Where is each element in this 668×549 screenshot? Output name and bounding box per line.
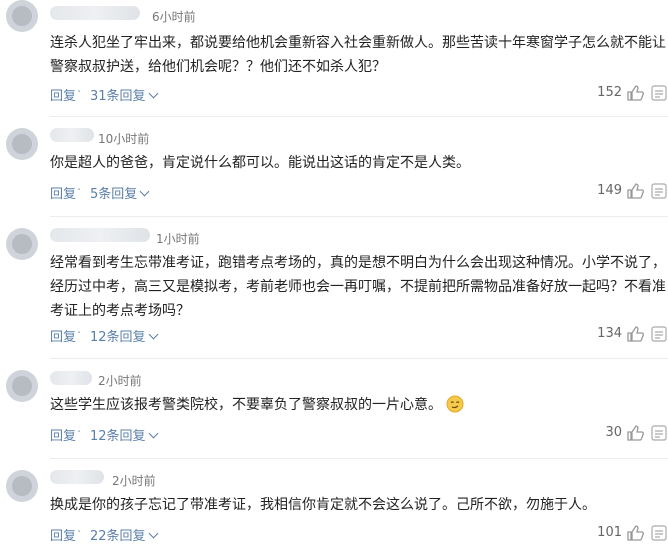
separator-dot: · bbox=[77, 425, 82, 440]
view-replies-button[interactable]: 12条回复 bbox=[90, 326, 158, 345]
reply-button[interactable]: 回复 bbox=[50, 326, 76, 345]
replies-count-label: 12条回复 bbox=[90, 429, 146, 444]
comment-time: 1小时前 bbox=[156, 232, 200, 246]
separator-dot: · bbox=[77, 85, 82, 100]
avatar[interactable] bbox=[6, 228, 38, 260]
comment-line: 这些学生应该报考警类院校，不要辜负了警察叔叔的一片心意。 bbox=[50, 393, 666, 417]
more-options-icon[interactable] bbox=[650, 182, 668, 200]
replies-count-label: 5条回复 bbox=[90, 187, 138, 202]
chevron-down-icon bbox=[148, 88, 158, 99]
comment-text: 你是超人的爸爸，肯定说什么都可以。能说出这话的肯定不是人类。 bbox=[50, 151, 666, 175]
thumbs-up-icon[interactable] bbox=[626, 182, 644, 200]
comment-footer: 回复 · 22条回复 101 bbox=[50, 525, 668, 545]
view-replies-button[interactable]: 31条回复 bbox=[90, 85, 158, 104]
comment-text: 经常看到考生忘带准考证，跑错考点考场的，真的是想不明白为什么会出现这种情况。小学… bbox=[50, 251, 666, 323]
divider bbox=[50, 116, 668, 117]
comment-line: 经历过中考，高三又是模拟考，考前老师也会一再叮嘱，不提前把所需物品准备好放一起吗… bbox=[50, 279, 666, 295]
replies-count-label: 12条回复 bbox=[90, 330, 146, 345]
separator-dot: · bbox=[77, 525, 82, 540]
separator-dot: · bbox=[77, 183, 82, 198]
comment-footer: 回复 · 5条回复 149 bbox=[50, 183, 668, 203]
username-blurred[interactable] bbox=[50, 371, 92, 385]
comment-time: 2小时前 bbox=[98, 374, 142, 388]
view-replies-button[interactable]: 12条回复 bbox=[90, 425, 158, 444]
replies-count-label: 31条回复 bbox=[90, 89, 146, 104]
replies-count-label: 22条回复 bbox=[90, 529, 146, 544]
smirk-emoji-icon bbox=[446, 395, 464, 413]
thumbs-up-icon[interactable] bbox=[626, 424, 644, 442]
like-count: 101 bbox=[597, 525, 622, 540]
view-replies-button[interactable]: 22条回复 bbox=[90, 525, 158, 544]
chevron-down-icon bbox=[148, 528, 158, 539]
divider bbox=[50, 358, 668, 359]
chevron-down-icon bbox=[148, 428, 158, 439]
more-options-icon[interactable] bbox=[650, 524, 668, 542]
reply-button[interactable]: 回复 bbox=[50, 525, 76, 544]
like-count: 152 bbox=[597, 85, 622, 100]
view-replies-button[interactable]: 5条回复 bbox=[90, 183, 150, 202]
more-options-icon[interactable] bbox=[650, 424, 668, 442]
comment-line-text: 这些学生应该报考警类院校，不要辜负了警察叔叔的一片心意。 bbox=[50, 397, 442, 413]
comment-text: 换成是你的孩子忘记了带准考证，我相信你肯定就不会这么说了。己所不欲，勿施于人。 bbox=[50, 493, 666, 517]
comment-text: 连杀人犯坐了牢出来，都说要给他机会重新容入社会重新做人。那些苦读十年寒窗学子怎么… bbox=[50, 31, 666, 79]
divider bbox=[50, 216, 668, 217]
more-options-icon[interactable] bbox=[650, 84, 668, 102]
username-blurred[interactable] bbox=[50, 228, 150, 242]
comment-line: 考证上的考点考场吗？ bbox=[50, 303, 190, 319]
comment-line: 换成是你的孩子忘记了带准考证，我相信你肯定就不会这么说了。己所不欲，勿施于人。 bbox=[50, 497, 596, 513]
chevron-down-icon bbox=[148, 329, 158, 340]
comment-text: 这些学生应该报考警类院校，不要辜负了警察叔叔的一片心意。 bbox=[50, 393, 666, 417]
avatar[interactable] bbox=[6, 370, 38, 402]
comment-footer: 回复 · 12条回复 30 bbox=[50, 425, 668, 445]
thumbs-up-icon[interactable] bbox=[626, 524, 644, 542]
reply-button[interactable]: 回复 bbox=[50, 85, 76, 104]
comment-time: 6小时前 bbox=[152, 10, 196, 24]
separator-dot: · bbox=[77, 326, 82, 341]
comment-footer: 回复 · 31条回复 152 bbox=[50, 85, 668, 105]
like-count: 30 bbox=[605, 425, 622, 440]
comment-time: 10小时前 bbox=[98, 132, 150, 146]
comment-line: 你是超人的爸爸，肯定说什么都可以。能说出这话的肯定不是人类。 bbox=[50, 155, 470, 171]
thumbs-up-icon[interactable] bbox=[626, 84, 644, 102]
comment-line: 经常看到考生忘带准考证，跑错考点考场的，真的是想不明白为什么会出现这种情况。小学… bbox=[50, 255, 666, 271]
avatar[interactable] bbox=[6, 0, 38, 32]
username-blurred[interactable] bbox=[50, 470, 104, 484]
chevron-down-icon bbox=[139, 186, 150, 197]
username-blurred[interactable] bbox=[50, 6, 140, 20]
like-count: 134 bbox=[597, 326, 622, 341]
more-options-icon[interactable] bbox=[650, 325, 668, 343]
comment-footer: 回复 · 12条回复 134 bbox=[50, 326, 668, 346]
username-blurred[interactable] bbox=[50, 128, 94, 142]
divider bbox=[50, 458, 668, 459]
comment-line: 连杀人犯坐了牢出来，都说要给他机会重新容入社会重新做人。那些苦读十年寒窗学子怎么… bbox=[50, 35, 666, 51]
comment-time: 2小时前 bbox=[112, 474, 156, 488]
avatar[interactable] bbox=[6, 470, 38, 502]
avatar[interactable] bbox=[6, 128, 38, 160]
reply-button[interactable]: 回复 bbox=[50, 183, 76, 202]
thumbs-up-icon[interactable] bbox=[626, 325, 644, 343]
comment-line: 警察叔叔护送，给他们机会呢？？他们还不如杀人犯？ bbox=[50, 59, 386, 75]
reply-button[interactable]: 回复 bbox=[50, 425, 76, 444]
like-count: 149 bbox=[597, 183, 622, 198]
